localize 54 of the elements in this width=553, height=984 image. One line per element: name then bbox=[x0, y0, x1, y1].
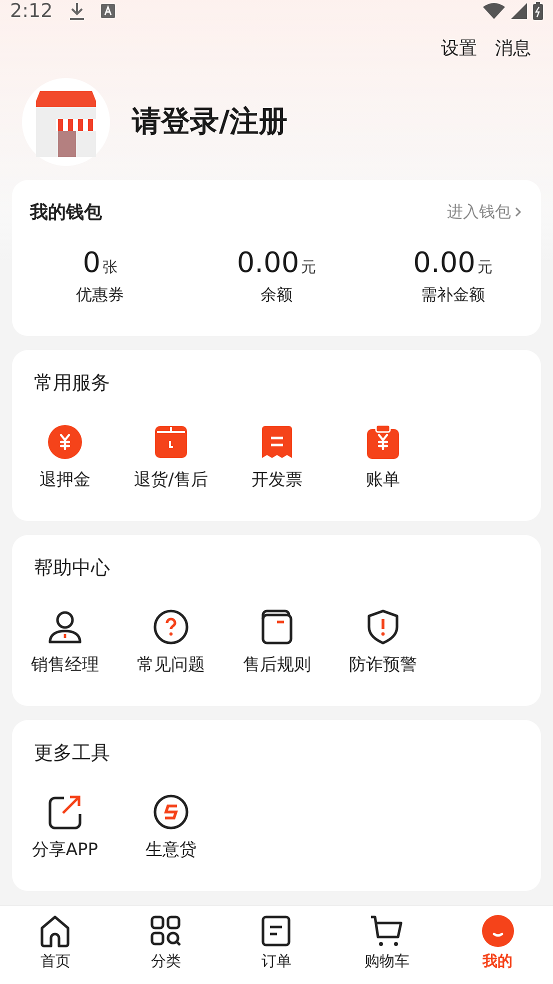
battery-icon bbox=[533, 2, 543, 20]
service-item[interactable]: 售后规则 bbox=[224, 609, 330, 676]
wallet-unit: 元 bbox=[477, 258, 492, 277]
wallet-label: 需补金额 bbox=[420, 285, 485, 306]
cart-icon bbox=[370, 914, 404, 948]
service-item[interactable]: 销售经理 bbox=[12, 609, 118, 676]
service-item[interactable]: 分享APP bbox=[12, 794, 118, 861]
nav-tab[interactable]: 购物车 bbox=[332, 906, 442, 984]
card-title: 常用服务 bbox=[34, 372, 110, 394]
service-item[interactable]: 生意贷 bbox=[118, 794, 224, 861]
person-icon bbox=[47, 609, 83, 645]
s-coin-icon bbox=[153, 794, 189, 830]
receipt-icon bbox=[259, 424, 295, 460]
wallet-unit: 元 bbox=[301, 258, 316, 277]
service-item[interactable]: 开发票 bbox=[224, 424, 330, 491]
wallet-unit: 张 bbox=[102, 258, 118, 277]
download-icon bbox=[68, 2, 85, 20]
smile-icon bbox=[480, 914, 515, 948]
calendar-icon bbox=[153, 424, 189, 460]
share-icon bbox=[47, 794, 83, 830]
service-item[interactable]: 账单 bbox=[330, 424, 436, 491]
chevron-right-icon bbox=[513, 206, 523, 218]
wallet-value: 0.00 bbox=[236, 246, 300, 279]
wallet-label: 余额 bbox=[260, 285, 292, 306]
document-icon bbox=[259, 914, 294, 948]
header-link[interactable]: 消息 bbox=[495, 36, 531, 60]
wallet-value: 0 bbox=[82, 246, 101, 279]
wifi-icon bbox=[483, 3, 505, 19]
card-title: 我的钱包 bbox=[30, 201, 102, 224]
nav-tab[interactable]: 我的 bbox=[442, 906, 553, 984]
wallet-value: 0.00 bbox=[413, 246, 476, 279]
nav-tab[interactable]: 分类 bbox=[110, 906, 222, 984]
wallet-link[interactable]: 进入钱包 bbox=[447, 202, 523, 222]
signal-icon bbox=[511, 3, 527, 19]
login-link[interactable]: 请登录/注册 bbox=[132, 102, 288, 142]
folder-icon bbox=[259, 609, 295, 645]
shield-alert-icon bbox=[365, 609, 401, 645]
clipboard-yen-icon bbox=[365, 424, 401, 460]
service-item[interactable]: 退货/售后 bbox=[118, 424, 224, 491]
question-icon bbox=[153, 609, 189, 645]
card-title: 更多工具 bbox=[34, 742, 110, 764]
service-item[interactable]: 常见问题 bbox=[118, 609, 224, 676]
home-icon bbox=[38, 914, 72, 948]
grid-search-icon bbox=[148, 914, 183, 948]
nav-tab[interactable]: 首页 bbox=[0, 906, 111, 984]
wallet-label: 优惠券 bbox=[76, 285, 124, 306]
card-title: 帮助中心 bbox=[34, 557, 110, 579]
service-item[interactable]: 退押金 bbox=[12, 424, 118, 491]
status-time: 2:12 bbox=[10, 0, 53, 22]
nav-tab[interactable]: 订单 bbox=[221, 906, 332, 984]
yen-coin-icon bbox=[47, 424, 83, 460]
keyboard-icon bbox=[100, 4, 115, 18]
service-item[interactable]: 防诈预警 bbox=[330, 609, 436, 676]
header-link[interactable]: 设置 bbox=[441, 36, 477, 60]
